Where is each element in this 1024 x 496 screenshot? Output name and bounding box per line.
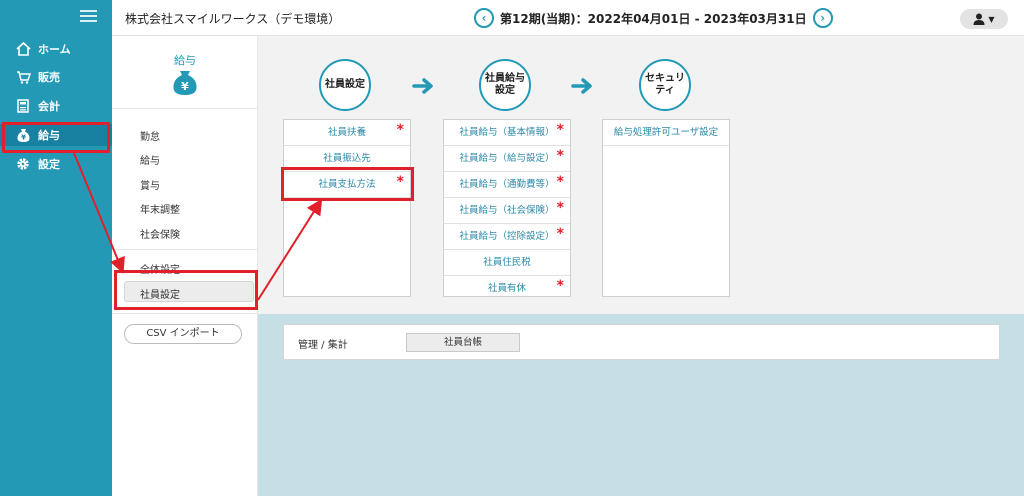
required-mark: *: [556, 226, 564, 242]
link-salary-deductions[interactable]: 社員給与（控除設定） *: [444, 224, 570, 250]
link-employee-dependents[interactable]: 社員扶養 *: [284, 120, 410, 146]
link-label: 社員扶養: [327, 127, 366, 138]
required-mark: *: [556, 174, 564, 190]
required-mark: *: [556, 122, 564, 138]
nav-item-label: ホーム: [38, 43, 71, 56]
annotation-highlight-employee-settings: [114, 270, 258, 310]
submenu-item-bonus[interactable]: 賞与: [140, 177, 160, 192]
management-label: 管理 / 集計: [298, 340, 348, 351]
user-menu-button[interactable]: ▼: [960, 9, 1008, 29]
main-nav: ホーム 販売 会計 ¥ 給与 設定: [0, 0, 112, 496]
nav-item-label: 設定: [38, 158, 60, 171]
chevron-right-icon[interactable]: ›: [812, 8, 833, 28]
nav-item-settings[interactable]: 設定: [0, 153, 112, 175]
link-paid-leave[interactable]: 社員有休 *: [444, 276, 570, 302]
flow-step-employee-settings: 社員設定: [319, 59, 371, 111]
fiscal-period-label: 第12期(当期)：2022年04月01日 - 2023年03月31日: [500, 11, 807, 26]
payroll-submenu: 給与 ¥ 勤怠 給与 賞与 年末調整 社会保険 全体設定 社員設定 CSV イン…: [112, 36, 258, 496]
link-salary-social-insurance[interactable]: 社員給与（社会保険） *: [444, 198, 570, 224]
gear-icon: [14, 156, 32, 172]
nav-item-label: 販売: [38, 71, 60, 84]
user-icon: [973, 13, 985, 25]
link-label: 社員給与（通勤費等）: [459, 179, 555, 190]
top-header: 株式会社スマイルワークス（デモ環境） ‹ 第12期(当期)：2022年04月01…: [112, 0, 1024, 36]
link-payroll-permission-users[interactable]: 給与処理許可ユーザ設定: [603, 120, 729, 146]
nav-item-label: 会計: [38, 100, 60, 113]
employee-settings-panel: 社員扶養 * 社員振込先 社員支払方法 *: [283, 119, 411, 297]
link-label: 社員給与（社会保険）: [459, 205, 555, 216]
submenu-title: 給与: [174, 54, 196, 67]
required-mark: *: [396, 122, 404, 138]
link-label: 社員振込先: [323, 153, 371, 164]
management-summary-box: 管理 / 集計 社員台帳: [283, 324, 1000, 360]
link-resident-tax[interactable]: 社員住民税: [444, 250, 570, 276]
submenu-item-social-insurance[interactable]: 社会保険: [140, 226, 180, 241]
link-label: 社員住民税: [483, 257, 531, 268]
required-mark: *: [556, 148, 564, 164]
link-label: 社員有休: [487, 283, 526, 294]
security-panel: 給与処理許可ユーザ設定: [602, 119, 730, 297]
divider: [112, 313, 258, 314]
employee-ledger-button[interactable]: 社員台帳: [406, 333, 520, 352]
money-bag-icon: ¥: [171, 70, 199, 96]
link-label: 社員給与（給与設定）: [459, 153, 555, 164]
csv-import-button[interactable]: CSV インポート: [124, 324, 242, 344]
cart-icon: [14, 69, 32, 85]
divider: [112, 249, 258, 250]
svg-text:¥: ¥: [181, 80, 189, 93]
link-label: 社員給与（控除設定）: [459, 231, 555, 242]
home-icon: [14, 41, 32, 57]
nav-item-accounting[interactable]: 会計: [0, 95, 112, 117]
calculator-icon: [14, 98, 32, 114]
employee-salary-panel: 社員給与（基本情報） * 社員給与（給与設定） * 社員給与（通勤費等） * 社…: [443, 119, 571, 297]
app-root: ホーム 販売 会計 ¥ 給与 設定 株式会社スマイルワークス（デモ環境） ‹ 第…: [0, 0, 1024, 496]
flow-step-security: セキュリティ: [639, 59, 691, 111]
link-salary-commute[interactable]: 社員給与（通勤費等） *: [444, 172, 570, 198]
required-mark: *: [556, 200, 564, 216]
link-salary-settings[interactable]: 社員給与（給与設定） *: [444, 146, 570, 172]
flow-step-employee-salary-settings: 社員給与 設定: [479, 59, 531, 111]
arrow-right-icon: [412, 78, 433, 94]
company-name: 株式会社スマイルワークス（デモ環境）: [125, 12, 341, 26]
submenu-item-salary[interactable]: 給与: [140, 152, 160, 167]
fiscal-period-selector: ‹ 第12期(当期)：2022年04月01日 - 2023年03月31日 ›: [474, 8, 833, 28]
link-label: 給与処理許可ユーザ設定: [613, 127, 719, 138]
caret-down-icon: ▼: [988, 14, 995, 24]
annotation-highlight-nav-payroll: [2, 122, 110, 153]
link-salary-basic-info[interactable]: 社員給与（基本情報） *: [444, 120, 570, 146]
submenu-item-attendance[interactable]: 勤怠: [140, 128, 160, 143]
submenu-item-year-end[interactable]: 年末調整: [140, 201, 180, 216]
hamburger-menu-icon[interactable]: [80, 10, 97, 23]
link-label: 社員給与（基本情報）: [459, 127, 555, 138]
nav-item-sales[interactable]: 販売: [0, 66, 112, 88]
chevron-left-icon[interactable]: ‹: [474, 8, 494, 28]
arrow-right-icon: [571, 78, 592, 94]
annotation-highlight-payment-method: [281, 167, 414, 201]
nav-item-home[interactable]: ホーム: [0, 38, 112, 60]
divider: [112, 108, 258, 109]
required-mark: *: [556, 278, 564, 294]
